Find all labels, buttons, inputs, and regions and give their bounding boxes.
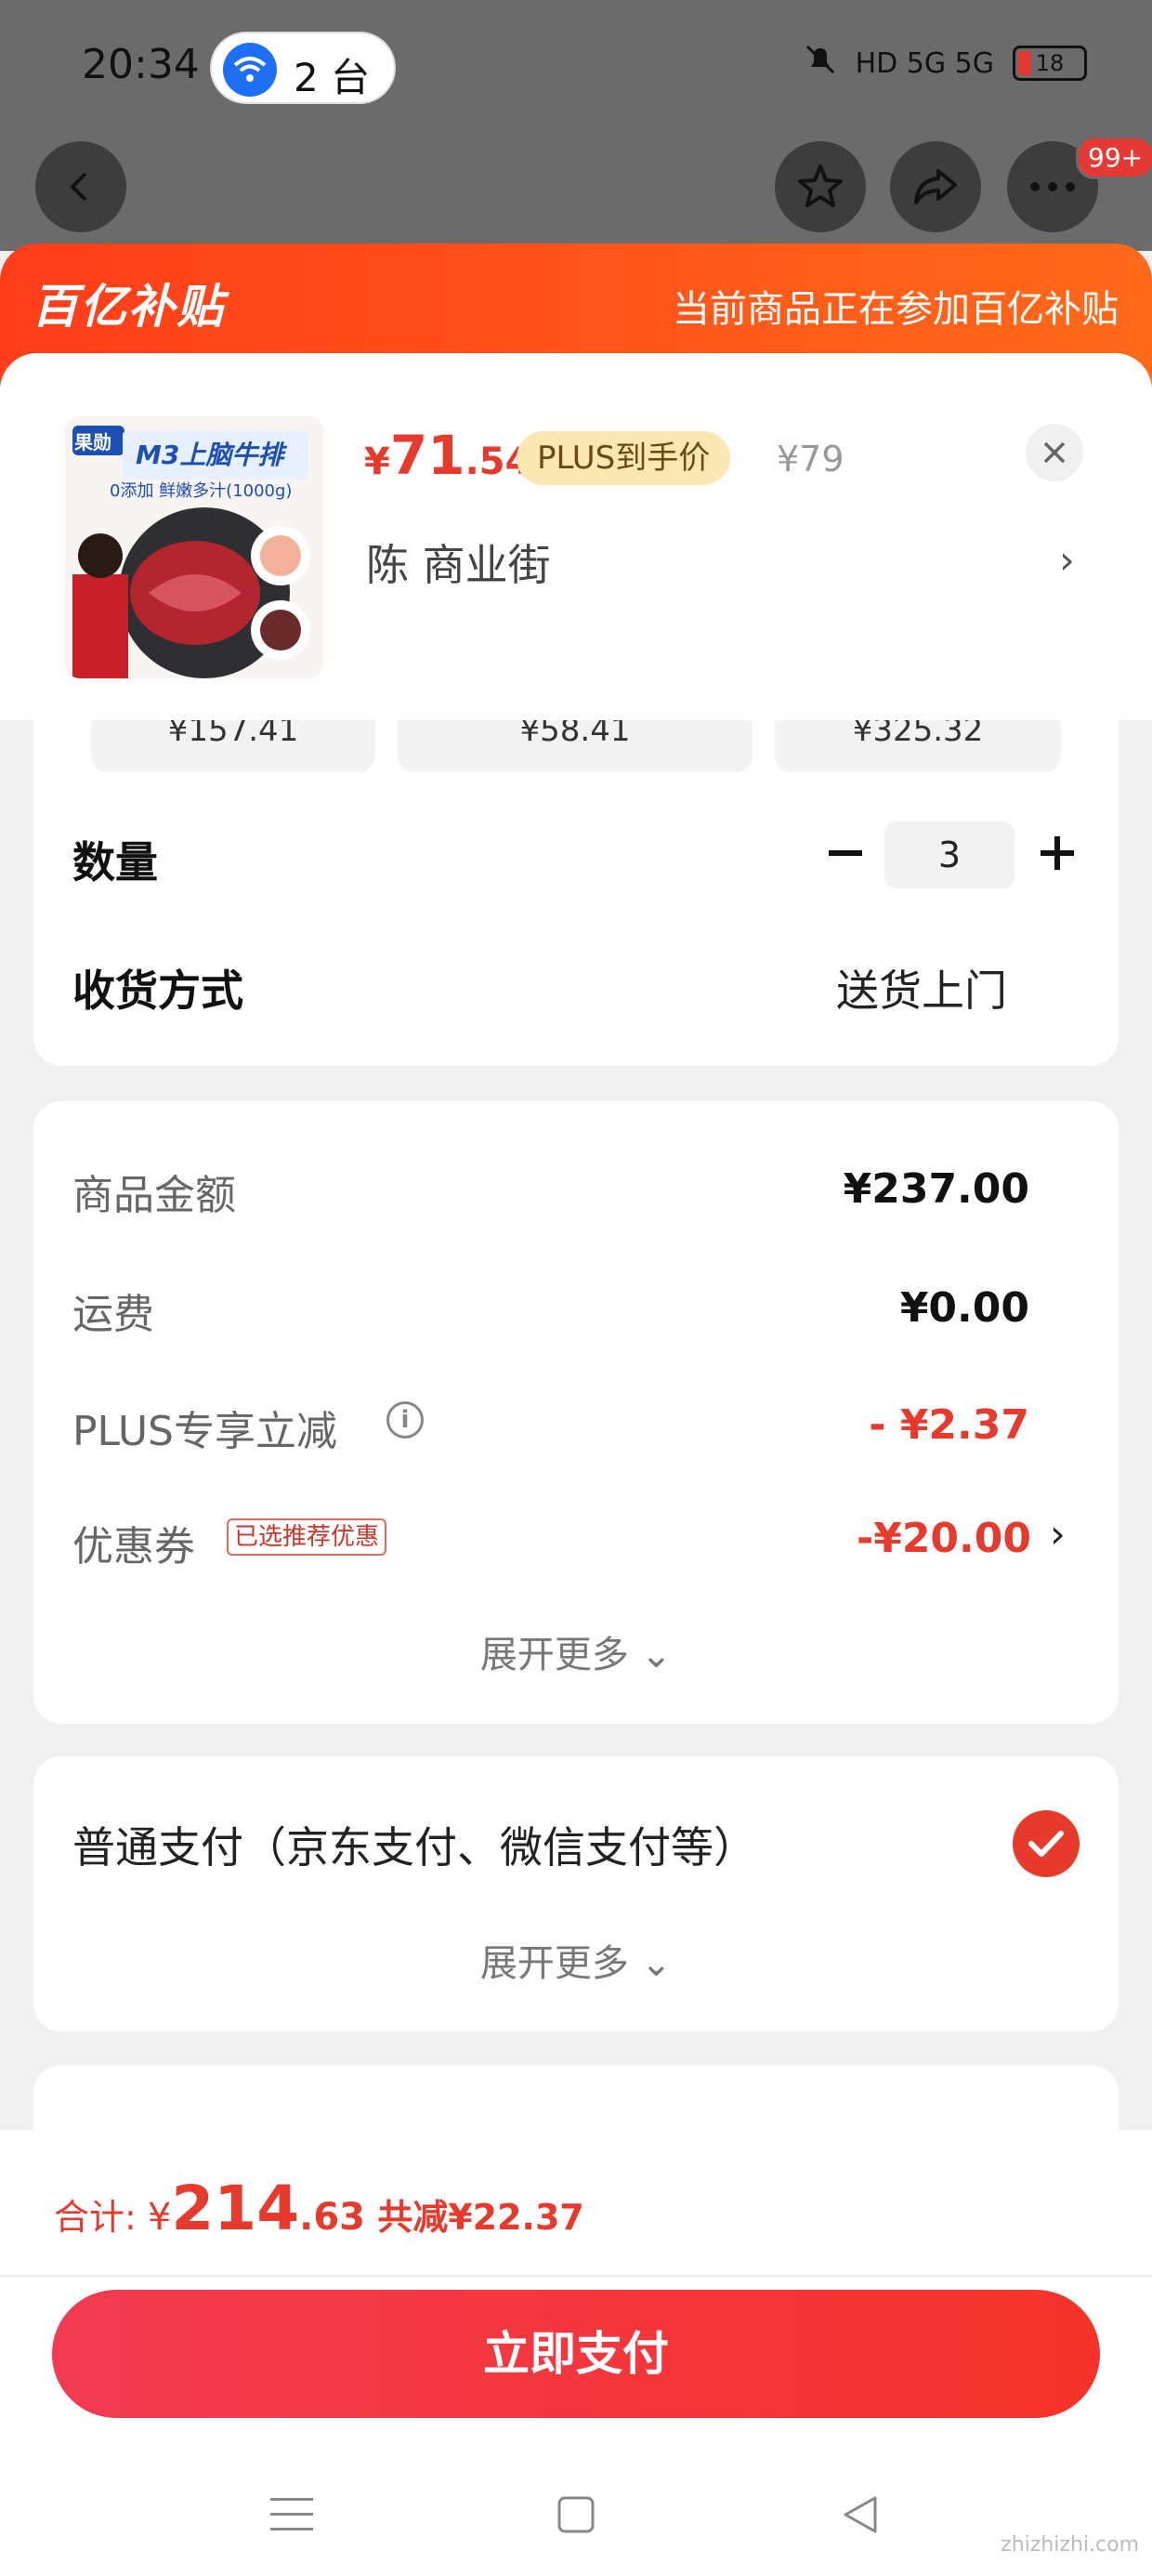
chevron-down-icon: ⌄ [640,1634,673,1676]
coupon-label: 优惠券 [72,1523,195,1571]
variant-option[interactable]: ¥325.32 [775,720,1061,772]
info-icon[interactable]: i [386,1401,424,1439]
minus-icon [829,850,862,856]
total-saved: 共减¥22.37 [364,2197,584,2238]
star-icon [798,164,843,207]
payment-selected-check[interactable] [1013,1810,1080,1877]
order-total: 合计: ¥214.63 共减¥22.37 [54,2173,584,2244]
hotspot-pill[interactable]: 2 台 [210,32,396,104]
chevron-right-icon[interactable]: › [1050,1511,1066,1557]
watermark: zhizhizhi.com [1001,2533,1139,2556]
variant-price: ¥58.41 [519,720,631,749]
price-symbol: ¥ [364,440,390,483]
share-button[interactable] [890,141,981,232]
system-navbar [0,2453,1152,2576]
network-indicator: HD 5G 5G [855,46,994,80]
quantity-decrease-button[interactable] [818,825,873,881]
share-icon [914,169,957,204]
variant-option[interactable]: ¥58.41 [398,720,753,772]
mute-icon [804,43,837,84]
delivery-method[interactable]: 送货上门 [836,957,1007,1019]
battery-icon: 18 [1013,46,1087,81]
back-triangle-icon[interactable] [823,2477,897,2552]
hotspot-count: 2 台 [294,55,371,100]
expand-more-summary[interactable]: 展开更多 ⌄ [0,1624,1152,1678]
quantity-input[interactable]: 3 [884,821,1015,888]
payment-card [33,1756,1119,2031]
thumb-subtitle: 0添加 鲜嫩多汁(1000g) [110,481,293,501]
product-image[interactable]: 果勋 M3上脑牛排 0添加 鲜嫩多汁(1000g) [65,416,323,678]
total-label: 合计: [54,2197,148,2238]
total-decimal: .63 [299,2196,365,2239]
coupon-value[interactable]: -¥20.00 [857,1515,1031,1562]
goods-amount-label: 商品金额 [72,1172,236,1219]
thumb-brand: 果勋 [74,431,111,453]
pay-now-button[interactable]: 立即支付 [52,2290,1100,2418]
current-price: ¥71.54 [364,424,530,487]
quantity-label: 数量 [72,837,158,887]
expand-label: 展开更多 [479,1942,629,1985]
variant-price: ¥325.32 [852,720,984,749]
delivery-label: 收货方式 [72,966,243,1016]
original-price: ¥79 [777,439,844,480]
expand-more-payment[interactable]: 展开更多 ⌄ [0,1933,1152,1987]
subsidy-text: 当前商品正在参加百亿补贴 [673,288,1119,331]
chevron-left-icon [70,172,87,202]
variant-price: ¥157.41 [167,720,299,749]
close-button[interactable] [1026,424,1083,481]
subsidy-logo: 百亿补贴 [32,280,225,334]
payment-option-label[interactable]: 普通支付（京东支付、微信支付等） [72,1814,756,1875]
plus-icon [1041,836,1074,870]
variant-option[interactable]: ¥157.41 [91,720,375,772]
total-integer: 214 [171,2173,300,2244]
checkout-screen: { "status_bar": { "time": "20:34", "hots… [0,0,1152,2576]
expand-label: 展开更多 [479,1634,629,1676]
close-icon [1043,441,1066,464]
back-button[interactable] [35,141,126,232]
total-symbol: ¥ [147,2196,172,2239]
goods-amount-value: ¥237.00 [843,1165,1029,1213]
chevron-down-icon: ⌄ [640,1942,673,1985]
quantity-increase-button[interactable] [1029,825,1085,881]
shipping-label: 运费 [72,1291,154,1338]
menu-icon[interactable] [255,2477,329,2552]
price-integer: 71 [389,424,465,487]
chevron-right-icon[interactable]: › [1059,537,1075,583]
thumb-title: M3上脑牛排 [136,440,284,470]
battery-level: 18 [1035,50,1065,76]
coupon-recommended-badge: 已选推荐优惠 [227,1518,387,1556]
divider [0,2275,1152,2277]
status-bar: 20:34 2 台 HD 5G 5G 18 [0,0,1152,138]
plus-discount-label: PLUS专享立减 [72,1408,337,1455]
selected-spec[interactable]: 陈 商业街 [366,532,551,593]
plus-discount-value: - ¥2.37 [869,1401,1029,1449]
status-time: 20:34 [82,41,200,88]
favorite-button[interactable] [775,141,866,232]
status-icons: HD 5G 5G 18 [804,43,1087,84]
plus-price-tag: PLUS到手价 [517,431,731,485]
home-icon[interactable] [539,2477,613,2552]
shipping-value: ¥0.00 [899,1284,1029,1332]
check-icon [1028,1831,1064,1857]
more-dots-icon [1030,182,1075,191]
notification-badge: 99+ [1076,136,1152,179]
wifi-icon [223,43,277,97]
